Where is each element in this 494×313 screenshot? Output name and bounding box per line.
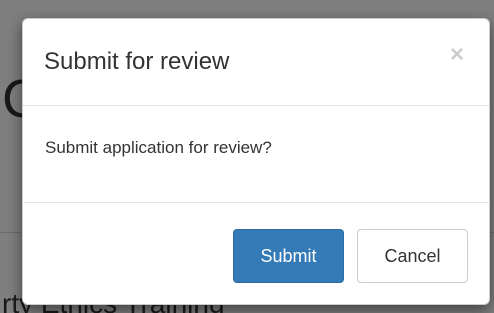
dialog-footer: Submit Cancel [23,203,489,304]
dialog-message: Submit application for review? [45,138,272,157]
dialog-header: Submit for review × [23,19,489,106]
dialog-body: Submit application for review? [23,106,489,203]
close-icon[interactable]: × [447,43,467,67]
cancel-button[interactable]: Cancel [357,229,468,283]
dialog-title: Submit for review [44,48,230,75]
submit-button[interactable]: Submit [233,229,344,283]
submit-review-dialog: Submit for review × Submit application f… [22,18,490,305]
